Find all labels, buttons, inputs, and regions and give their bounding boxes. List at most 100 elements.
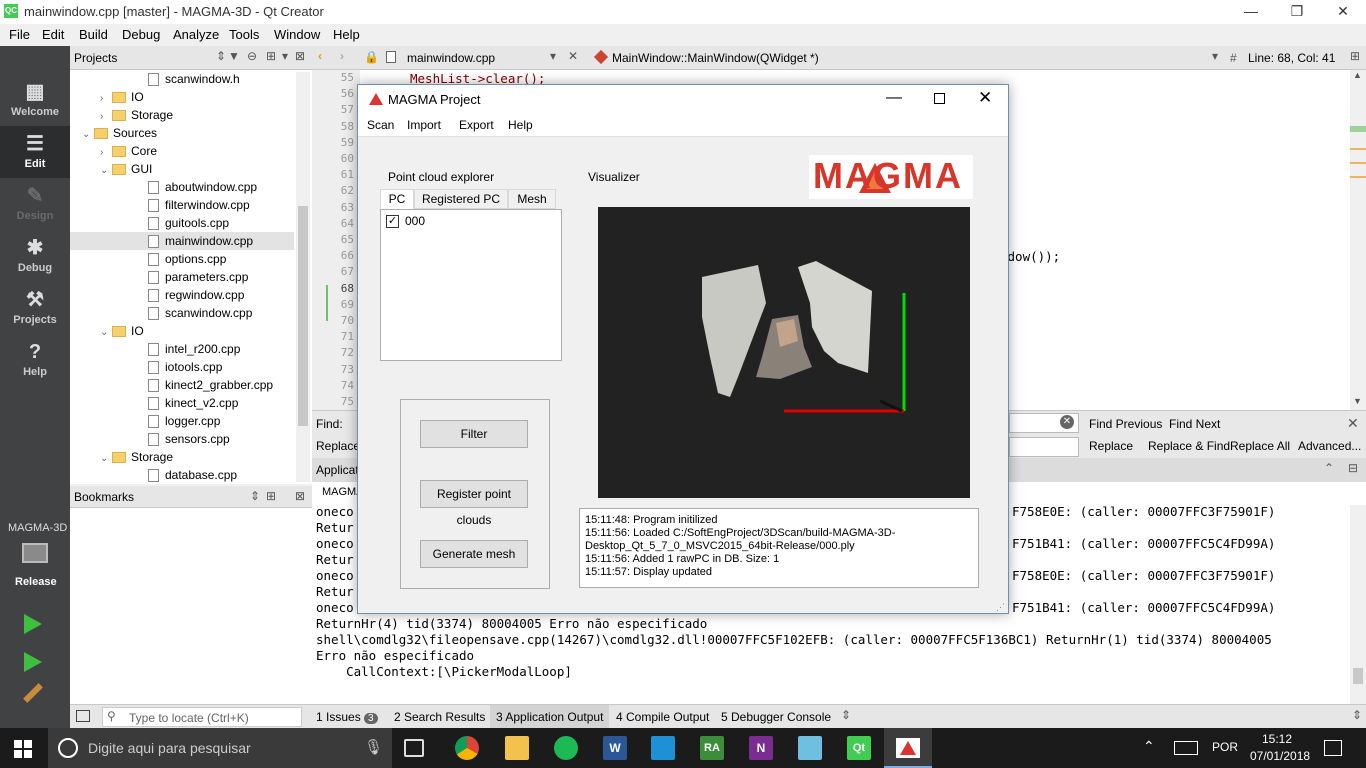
close-pane-icon[interactable]: ⊠ [295, 49, 305, 63]
chevron-up-icon[interactable]: ⌃ [1143, 738, 1155, 755]
tree-item[interactable]: mainwindow.cpp [70, 232, 294, 250]
pc-checkbox[interactable]: ✓ [386, 215, 399, 228]
mode-design[interactable]: ✎ Design [0, 178, 70, 230]
tab-issues[interactable]: 1 Issues 3 [316, 710, 378, 724]
cursor-position[interactable]: Line: 68, Col: 41 [1248, 51, 1335, 65]
close-pane-icon[interactable]: ⊟ [1348, 461, 1358, 475]
menu-debug[interactable]: Debug [122, 27, 160, 42]
onenote-icon[interactable]: N [749, 736, 773, 760]
split-dropdown-icon[interactable]: ▾ [282, 49, 288, 63]
tab-mesh[interactable]: Mesh [508, 189, 556, 209]
tree-item[interactable]: parameters.cpp [70, 268, 294, 286]
clock-date[interactable]: 07/01/2018 [1250, 749, 1310, 763]
notifications-icon[interactable] [1324, 740, 1342, 756]
filter-button[interactable]: Filter [420, 420, 528, 448]
tree-item[interactable]: sensors.cpp [70, 430, 294, 448]
maximize-pane-icon[interactable]: ⌃ [1324, 461, 1334, 475]
menu-analyze[interactable]: Analyze [173, 27, 219, 42]
dialog-maximize-button[interactable] [934, 93, 945, 104]
more-tabs-icon[interactable]: ⇕ [841, 708, 851, 722]
output-scrollbar-thumb[interactable] [1353, 668, 1363, 684]
ra-app-icon[interactable]: RA [700, 736, 724, 760]
resize-icon[interactable]: ⇕ [1352, 708, 1362, 722]
spotify-icon[interactable] [554, 736, 578, 760]
replace-and-find-button[interactable]: Replace & Find [1148, 439, 1230, 453]
clock-time[interactable]: 15:12 [1262, 732, 1292, 746]
menu-tools[interactable]: Tools [229, 27, 259, 42]
close-button[interactable]: ✕ [1320, 0, 1366, 24]
taskbar-search[interactable]: Digite aqui para pesquisar 🎙 [48, 728, 392, 768]
dialog-menu-scan[interactable]: Scan [367, 118, 394, 132]
filter-icon[interactable]: ▼ [228, 49, 240, 63]
chevron-down-icon[interactable]: ▾ [1212, 49, 1218, 63]
tree-item[interactable]: logger.cpp [70, 412, 294, 430]
magma-taskbar-button[interactable] [884, 728, 932, 768]
editor-file-tab[interactable]: mainwindow.cpp [407, 51, 495, 65]
monitor-icon[interactable] [22, 543, 48, 563]
minimize-button[interactable]: — [1228, 0, 1274, 24]
log-output[interactable]: 15:11:48: Program initilized 15:11:56: Lo… [579, 508, 979, 588]
word-icon[interactable]: W [603, 736, 627, 760]
replace-all-button[interactable]: Replace All [1230, 439, 1290, 453]
tree-item[interactable]: database.cpp [70, 466, 294, 484]
toggle-sidebar-icon[interactable] [76, 710, 90, 722]
resize-grip-icon[interactable]: ⋰ [996, 602, 1005, 613]
windows-start-icon[interactable] [14, 740, 32, 758]
dropdown-icon[interactable]: ⇕ [216, 49, 226, 63]
dialog-minimize-button[interactable]: — [886, 89, 902, 107]
scroll-up-icon[interactable]: ▲ [1353, 70, 1362, 80]
keyboard-icon[interactable] [1174, 741, 1198, 755]
back-icon[interactable]: ‹ [318, 49, 322, 63]
mode-projects[interactable]: ⚒ Projects [0, 282, 70, 334]
replace-button[interactable]: Replace [1089, 439, 1133, 453]
tab-pc[interactable]: PC [380, 189, 414, 209]
build-hammer-icon[interactable] [23, 683, 43, 703]
qt-creator-taskbar-icon[interactable]: Qt [847, 736, 871, 760]
tree-item[interactable]: filterwindow.cpp [70, 196, 294, 214]
tree-item[interactable]: ⌄ Storage [70, 448, 294, 466]
bookmarks-header-title[interactable]: Bookmarks [74, 490, 134, 504]
chevron-down-icon[interactable]: ▾ [550, 49, 556, 63]
output-scrollbar[interactable] [1350, 505, 1366, 704]
close-pane-icon[interactable]: ⊠ [295, 489, 305, 503]
mode-edit[interactable]: ☰ Edit [0, 126, 70, 178]
split-icon[interactable]: ⊞ [1350, 49, 1360, 63]
locator-input[interactable]: ⚲ Type to locate (Ctrl+K) [102, 707, 302, 727]
tab-debugger-console[interactable]: 5 Debugger Console [721, 710, 831, 724]
microphone-icon[interactable]: 🎙 [364, 738, 383, 756]
file-explorer-icon[interactable] [505, 736, 529, 760]
tree-scrollbar[interactable] [296, 72, 310, 482]
split-icon[interactable]: ⊞ [266, 49, 276, 63]
dialog-menu-help[interactable]: Help [508, 118, 533, 132]
tab-registered-pc[interactable]: Registered PC [414, 189, 508, 209]
close-document-icon[interactable]: ✕ [568, 49, 578, 63]
close-find-icon[interactable]: ✕ [1347, 415, 1359, 432]
tree-item[interactable]: kinect_v2.cpp [70, 394, 294, 412]
tree-item[interactable]: kinect2_grabber.cpp [70, 376, 294, 394]
mode-debug[interactable]: ✱ Debug [0, 230, 70, 282]
tree-item[interactable]: ⌄ Sources [70, 124, 294, 142]
advanced-button[interactable]: Advanced... [1298, 439, 1361, 453]
find-previous-button[interactable]: Find Previous [1089, 417, 1162, 431]
tree-item[interactable]: options.cpp [70, 250, 294, 268]
task-view-icon[interactable] [404, 739, 424, 757]
editor-scrollbar[interactable]: ▲ ▼ [1350, 70, 1366, 410]
tree-item[interactable]: › Core [70, 142, 294, 160]
tree-item[interactable]: aboutwindow.cpp [70, 178, 294, 196]
find-next-button[interactable]: Find Next [1169, 417, 1220, 431]
tree-item[interactable]: › IO [70, 88, 294, 106]
visualizer-view[interactable] [598, 207, 970, 498]
forward-icon[interactable]: › [340, 49, 344, 63]
debug-run-icon[interactable] [24, 652, 42, 672]
dropdown-icon[interactable]: ⇕ [250, 489, 260, 503]
pc-item-label[interactable]: 000 [405, 214, 425, 228]
menu-build[interactable]: Build [79, 27, 108, 42]
menu-window[interactable]: Window [274, 27, 320, 42]
tree-item[interactable]: iotools.cpp [70, 358, 294, 376]
tree-item[interactable]: regwindow.cpp [70, 286, 294, 304]
maximize-button[interactable]: ❐ [1274, 0, 1320, 24]
dialog-close-button[interactable]: ✕ [978, 88, 992, 108]
tab-search-results[interactable]: 2 Search Results [394, 710, 485, 724]
tree-item[interactable]: scanwindow.h [70, 70, 294, 88]
scroll-down-icon[interactable]: ▼ [1353, 396, 1362, 406]
